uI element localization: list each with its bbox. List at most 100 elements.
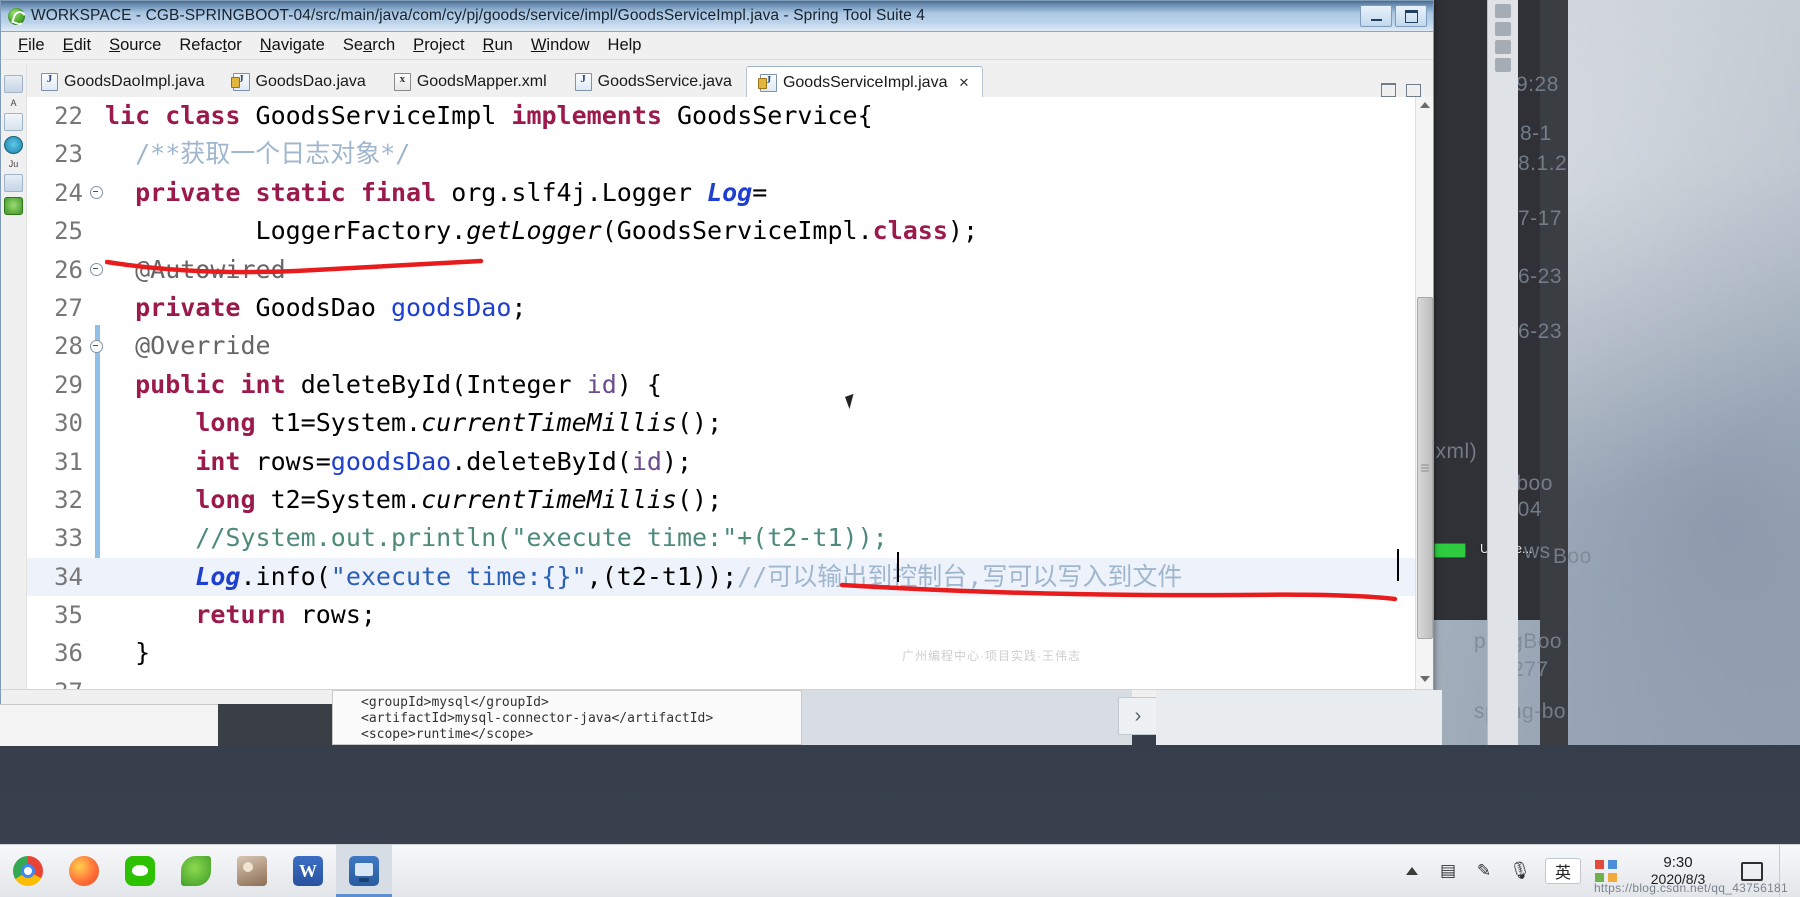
menu-file[interactable]: File: [9, 34, 54, 57]
scrollbar-thumb[interactable]: [1417, 297, 1433, 639]
editor-tab-goodsdao-java[interactable]: GoodsDao.java: [219, 65, 380, 97]
battery-indicator: [1434, 543, 1466, 558]
package-explorer-icon[interactable]: [4, 75, 23, 93]
tray-chevron-up-icon[interactable]: [1401, 860, 1423, 882]
fold-toggle-icon[interactable]: [87, 327, 105, 365]
line-number: 25: [54, 217, 83, 246]
rail-label-1: A: [10, 98, 17, 108]
code-text: public int deleteById(Integer id) {: [135, 369, 662, 399]
line-number: 32: [54, 485, 83, 514]
text-caret: [897, 552, 899, 582]
tray-pen-icon[interactable]: ✎: [1473, 860, 1495, 882]
code-line[interactable]: 31 int rows=goodsDao.deleteById(id);: [27, 443, 1433, 481]
editor-tab-goodsservice-java[interactable]: GoodsService.java: [561, 65, 746, 97]
menu-source[interactable]: Source: [100, 34, 170, 57]
code-line[interactable]: 25 LoggerFactory.getLogger(GoodsServiceI…: [27, 212, 1433, 250]
code-line[interactable]: 37: [27, 673, 1433, 689]
rail-icon-1[interactable]: [1495, 4, 1511, 18]
xml-file-icon: [393, 72, 411, 91]
taskbar-item-wechat[interactable]: [112, 845, 168, 897]
code-line[interactable]: 35 return rows;: [27, 596, 1433, 634]
editor-maximize-icon[interactable]: [1406, 83, 1421, 97]
outline-icon[interactable]: [4, 174, 23, 192]
editor-tab-goodsserviceimpl-java[interactable]: GoodsServiceImpl.java ✕: [745, 66, 984, 98]
word-icon: W: [293, 856, 323, 886]
rail-icon-3[interactable]: [1495, 40, 1511, 54]
clock-time: 9:30: [1663, 854, 1693, 871]
editor-tab-goodsdaoimpl-java[interactable]: GoodsDaoImpl.java: [27, 65, 219, 97]
menu-project[interactable]: Project: [404, 34, 473, 57]
taskbar-item-photo[interactable]: [224, 845, 280, 897]
editor-tabbar: GoodsDaoImpl.java GoodsDao.java GoodsMappe…: [27, 64, 1433, 98]
windows-taskbar: W ▤ ✎ 🎙 英 9:30 2020/8/3: [0, 844, 1800, 897]
maximize-button[interactable]: [1395, 5, 1427, 27]
menu-window[interactable]: Window: [522, 34, 599, 57]
servers-icon[interactable]: [4, 197, 23, 215]
menu-search[interactable]: Search: [334, 34, 404, 57]
code-text: long t1=System.currentTimeMillis();: [195, 408, 723, 438]
code-line[interactable]: 28 @Override: [27, 327, 1433, 365]
url-watermark: https://blog.csdn.net/qq_43756181: [1593, 881, 1788, 895]
editor-vertical-scrollbar[interactable]: [1415, 97, 1433, 689]
code-lines[interactable]: 22 lic class GoodsServiceImpl implements …: [27, 97, 1433, 689]
right-side-rail[interactable]: [1487, 0, 1518, 745]
java-file-icon: [757, 73, 777, 92]
scroll-down-arrow[interactable]: [1417, 672, 1432, 687]
close-icon[interactable]: ✕: [958, 75, 969, 91]
code-text: @Autowired: [105, 254, 286, 284]
rail-icon-4[interactable]: [1495, 58, 1511, 72]
code-line[interactable]: 26 @Autowired: [27, 251, 1433, 289]
code-line[interactable]: 24 private static final org.slf4j.Logger…: [27, 174, 1433, 212]
tray-microphone-icon[interactable]: 🎙: [1509, 860, 1531, 882]
code-line[interactable]: 33 //System.out.println("execute time:"+…: [27, 519, 1433, 557]
fold-toggle-icon[interactable]: [87, 251, 105, 289]
code-line[interactable]: 30 long t1=System.currentTimeMillis();: [27, 404, 1433, 442]
code-line[interactable]: 27 private GoodsDao goodsDao;: [27, 289, 1433, 327]
code-text: long t2=System.currentTimeMillis();: [195, 484, 723, 514]
java-file-icon: [41, 72, 58, 91]
tray-grid-icon[interactable]: [1595, 860, 1617, 882]
menu-navigate[interactable]: Navigate: [251, 34, 334, 57]
scroll-up-arrow[interactable]: [1417, 98, 1432, 113]
code-text: int rows=goodsDao.deleteById(id);: [195, 446, 693, 476]
rail-icon-2[interactable]: [1495, 22, 1511, 36]
pom-line: <groupId>mysql</groupId>: [361, 695, 549, 710]
code-line[interactable]: 32 long t2=System.currentTimeMillis();: [27, 481, 1433, 519]
pom-line: <artifactId>mysql-connector-java</artifa…: [361, 711, 714, 726]
menu-refactor[interactable]: Refactor: [170, 34, 250, 57]
debug-icon[interactable]: [4, 136, 23, 154]
line-number: 28: [54, 332, 83, 361]
pom-xml-preview[interactable]: <groupId>mysql</groupId> <artifactId>mys…: [332, 690, 802, 745]
ime-language-indicator[interactable]: 英: [1545, 858, 1581, 884]
chrome-icon: [13, 856, 43, 886]
menu-help[interactable]: Help: [599, 34, 651, 57]
pom-line: <scope>runtime</scope>: [361, 727, 534, 742]
code-line[interactable]: 23 /**获取一个日志对象*/: [27, 135, 1433, 173]
ide-window: WORKSPACE - CGB-SPRINGBOOT-04/src/main/j…: [0, 0, 1434, 706]
menu-run[interactable]: Run: [474, 34, 522, 57]
code-line[interactable]: 36 }: [27, 634, 1433, 672]
desktop-ghost-label: Boo: [1553, 545, 1592, 568]
menu-edit[interactable]: Edit: [54, 34, 100, 57]
background-window-left: [0, 704, 218, 746]
code-line[interactable]: 29 public int deleteById(Integer id) {: [27, 366, 1433, 404]
next-arrow-button[interactable]: ›: [1118, 697, 1158, 735]
code-line[interactable]: 22 lic class GoodsServiceImpl implements …: [27, 97, 1433, 135]
boot-dashboard-icon[interactable]: [4, 113, 23, 131]
taskbar-item-word[interactable]: W: [280, 845, 336, 897]
taskbar-item-spring-tool-suite[interactable]: [336, 845, 392, 897]
desktop-ghost-label: 6-23: [1518, 265, 1563, 288]
taskbar-item-firefox[interactable]: [56, 845, 112, 897]
tray-clipboard-icon[interactable]: ▤: [1437, 860, 1459, 882]
taskbar-item-chrome[interactable]: [0, 845, 56, 897]
editor-tab-goodsmapper-xml[interactable]: GoodsMapper.xml: [380, 65, 561, 97]
taskbar-item-leaf[interactable]: [168, 845, 224, 897]
minimize-button[interactable]: [1360, 5, 1392, 27]
menubar: File Edit Source Refactor Navigate Searc…: [1, 32, 1433, 60]
code-editor[interactable]: 22 lic class GoodsServiceImpl implements …: [27, 97, 1433, 689]
fold-toggle-icon[interactable]: [87, 174, 105, 212]
desktop-ghost-label: 7-17: [1518, 207, 1563, 230]
code-line[interactable]: 34 Log.info("execute time:{}",(t2-t1));/…: [27, 557, 1433, 597]
window-controls: [1360, 5, 1427, 27]
editor-minimize-icon[interactable]: [1381, 83, 1396, 97]
